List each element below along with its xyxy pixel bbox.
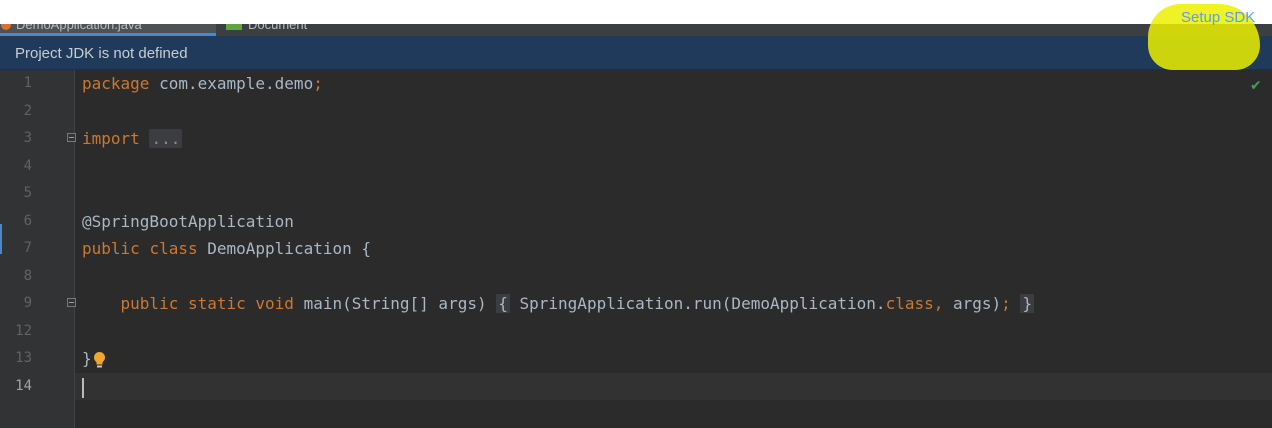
- line-number: 13: [15, 350, 32, 366]
- line-number: 1: [23, 75, 32, 91]
- code-line: 1 package com.example.demo; ✔: [0, 70, 1272, 98]
- lightbulb-icon[interactable]: [92, 351, 107, 369]
- keyword: public: [120, 294, 179, 313]
- code-line: 7 public class DemoApplication {: [0, 235, 1272, 263]
- line-number: 8: [23, 267, 32, 284]
- setup-sdk-link[interactable]: Setup SDK: [1181, 9, 1255, 26]
- code-text: public class DemoApplication {: [82, 239, 371, 258]
- line-number: 14: [15, 377, 32, 394]
- code-line: 13 }: [0, 345, 1272, 373]
- java-class-icon: [1, 24, 11, 30]
- line-number: 7: [23, 240, 32, 256]
- code-editor[interactable]: 1 package com.example.demo; ✔ 2 3 import…: [0, 70, 1272, 400]
- code-line: 6 @SpringBootApplication: [0, 208, 1272, 236]
- code-text: import ...: [82, 129, 183, 148]
- keyword: class: [149, 239, 198, 258]
- closing-brace: }: [82, 349, 92, 368]
- top-white-area: [0, 0, 1272, 24]
- spreadsheet-icon: [226, 24, 242, 30]
- semicolon: ;: [1001, 294, 1011, 313]
- line-number: 12: [15, 322, 32, 339]
- method-signature: main(String[] args): [293, 294, 487, 313]
- annotation: @SpringBootApplication: [82, 211, 294, 231]
- folded-brace[interactable]: {: [496, 294, 510, 313]
- code-text: public static void main(String[] args) {…: [82, 294, 1035, 313]
- line-number: 9: [23, 295, 32, 311]
- code-text: @SpringBootApplication: [82, 212, 294, 231]
- tab-document[interactable]: Document: [226, 24, 307, 36]
- class-name: DemoApplication {: [197, 239, 371, 258]
- keyword: import: [82, 129, 140, 148]
- fold-toggle-icon[interactable]: [67, 133, 76, 142]
- package-name: com.example.demo: [149, 74, 314, 93]
- editor-tab-strip: DemoApplication.java Document: [0, 24, 1272, 36]
- folded-brace[interactable]: }: [1020, 294, 1035, 313]
- keyword: package: [82, 74, 150, 93]
- code-text: }: [82, 349, 92, 368]
- line-number: 4: [23, 157, 32, 174]
- folded-imports[interactable]: ...: [149, 129, 183, 148]
- line-number: 3: [23, 130, 32, 146]
- tab-label: DemoApplication.java: [16, 24, 142, 32]
- current-line-highlight: [75, 372, 1272, 400]
- code-line: 8: [0, 263, 1272, 291]
- keyword: static: [187, 294, 246, 313]
- tab-demo-application[interactable]: DemoApplication.java: [0, 24, 216, 36]
- tab-label: Document: [248, 24, 308, 32]
- line-number: 5: [23, 185, 32, 201]
- code-text: package com.example.demo;: [82, 74, 323, 93]
- code-line: 2: [0, 98, 1272, 126]
- method-body: args): [943, 294, 1002, 313]
- code-line-current: 14: [0, 372, 1272, 400]
- semicolon: ;: [313, 74, 323, 93]
- keyword: class: [885, 294, 934, 313]
- code-line: 9 public static void main(String[] args)…: [0, 290, 1272, 318]
- code-line: 4: [0, 153, 1272, 181]
- code-line: 5: [0, 180, 1272, 208]
- method-body: SpringApplication.run(DemoApplication.: [509, 294, 886, 313]
- code-line: 12: [0, 318, 1272, 346]
- fold-toggle-icon[interactable]: [67, 298, 76, 307]
- check-icon: ✔: [1250, 78, 1262, 94]
- code-line: 3 import ...: [0, 125, 1272, 153]
- line-number: 2: [23, 102, 32, 119]
- keyword: public: [82, 239, 140, 258]
- keyword: void: [255, 294, 294, 313]
- banner-message: Project JDK is not defined: [15, 45, 188, 62]
- jdk-warning-banner: Project JDK is not defined: [0, 36, 1272, 70]
- comma: ,: [933, 294, 944, 313]
- text-caret: [82, 377, 84, 398]
- line-number: 6: [23, 212, 32, 229]
